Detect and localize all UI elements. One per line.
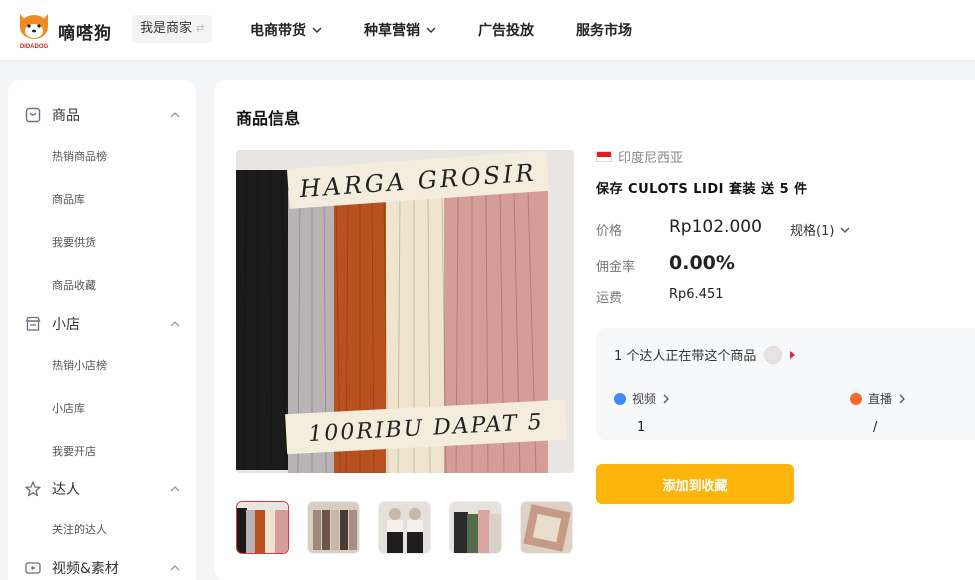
live-label: 直播 — [868, 392, 893, 406]
thumbnail-2[interactable] — [307, 501, 360, 554]
live-count: / — [873, 420, 878, 435]
video-count: 1 — [637, 420, 646, 435]
nav-service-market-label: 服务市场 — [576, 23, 632, 39]
bag-icon — [25, 107, 41, 123]
avatar — [764, 345, 783, 364]
country-name: 印度尼西亚 — [618, 151, 684, 166]
top-bar: DIDADOG 嘀嗒狗 我是商家 ⇄ 电商带货 种草营销 广告投放 服务市场 — [0, 0, 975, 60]
shipping-label: 运费 — [596, 291, 623, 306]
thumbnail-4[interactable] — [449, 501, 502, 554]
country-tag: 印度尼西亚 — [596, 147, 683, 166]
section-title: 商品信息 — [236, 109, 301, 128]
nav-seeding-label: 种草营销 — [364, 23, 420, 39]
chevron-down-icon — [840, 227, 850, 233]
product-image-art: HARGA GROSIR 100RIBU DAPAT 5 — [236, 150, 574, 473]
nav-ads-label: 广告投放 — [478, 23, 534, 39]
commission-value: 0.00% — [669, 252, 735, 274]
merchant-switch[interactable]: 我是商家 ⇄ — [132, 15, 213, 43]
video-label: 视频 — [632, 392, 657, 406]
indonesia-flag-icon — [596, 151, 612, 162]
video-dot-icon — [614, 392, 626, 405]
nav-ecommerce-label: 电商带货 — [250, 23, 306, 39]
thumbnail-5[interactable] — [520, 501, 573, 554]
sidebar-item-hot-products[interactable]: 热销商品榜 — [52, 148, 107, 164]
store-icon — [25, 316, 41, 331]
sidebar-item-followed-influencers[interactable]: 关注的达人 — [52, 521, 107, 537]
shipping-value: Rp6.451 — [669, 287, 724, 302]
chevron-down-icon — [426, 27, 436, 33]
main-nav: 电商带货 种草营销 广告投放 服务市场 — [250, 20, 674, 40]
brand-name[interactable]: 嘀嗒狗 — [58, 19, 112, 44]
sidebar-group-products[interactable]: 商品 — [8, 103, 196, 127]
sidebar-item-open-store[interactable]: 我要开店 — [52, 443, 96, 459]
influencer-summary: 1 个达人正在带这个商品 视频 1 直播 / — [596, 328, 975, 440]
product-title: 保存 CULOTS LIDI 套装 送 5 件 — [596, 182, 808, 197]
price-label: 价格 — [596, 224, 623, 239]
price-value: Rp102.000 — [669, 217, 762, 237]
add-to-favorites-button[interactable]: 添加到收藏 — [596, 464, 794, 504]
sidebar: 商品 热销商品榜 商品库 我要供货 商品收藏 小店 热销小店榜 小店库 我要开店… — [8, 80, 196, 580]
chevron-up-icon — [170, 112, 180, 118]
spec-label: 规格(1) — [790, 224, 835, 239]
shiba-logo-icon[interactable]: DIDADOG — [16, 10, 52, 50]
chevron-down-icon — [312, 27, 322, 33]
thumbnail-strip — [236, 501, 573, 554]
chevron-up-icon — [170, 565, 180, 571]
sidebar-item-supply[interactable]: 我要供货 — [52, 234, 96, 250]
sidebar-group-label: 视频&素材 — [52, 561, 119, 577]
sidebar-item-product-library[interactable]: 商品库 — [52, 191, 85, 207]
swap-icon: ⇄ — [196, 23, 205, 34]
sidebar-group-label: 达人 — [52, 482, 80, 498]
nav-ads[interactable]: 广告投放 — [478, 20, 534, 40]
sidebar-item-store-library[interactable]: 小店库 — [52, 400, 85, 416]
nav-ecommerce[interactable]: 电商带货 — [250, 20, 322, 40]
sidebar-item-hot-stores[interactable]: 热销小店榜 — [52, 357, 107, 373]
nav-service-market[interactable]: 服务市场 — [576, 20, 632, 40]
chevron-up-icon — [170, 321, 180, 327]
merchant-switch-label: 我是商家 — [140, 21, 193, 36]
star-icon — [25, 481, 41, 497]
chevron-right-icon — [663, 394, 669, 403]
video-icon — [25, 562, 41, 574]
sidebar-group-stores[interactable]: 小店 — [8, 312, 196, 336]
thumbnail-3[interactable] — [378, 501, 431, 554]
sidebar-group-label: 商品 — [52, 108, 80, 124]
influencer-headline[interactable]: 1 个达人正在带这个商品 — [614, 345, 796, 364]
influencer-headline-text: 1 个达人正在带这个商品 — [614, 349, 757, 364]
sidebar-group-label: 小店 — [52, 317, 80, 333]
sidebar-group-video-assets[interactable]: 视频&素材 — [8, 556, 196, 580]
logo-text: DIDADOG — [20, 44, 49, 50]
product-info-card: 商品信息 HARGA GROSIR 100RIBU DAPAT 5 印度尼西亚 … — [214, 80, 975, 580]
thumbnail-1[interactable] — [236, 501, 289, 554]
chevron-up-icon — [170, 486, 180, 492]
live-stat[interactable]: 直播 — [850, 390, 906, 407]
live-dot-icon — [850, 392, 862, 405]
nav-seeding[interactable]: 种草营销 — [364, 20, 436, 40]
spec-dropdown[interactable]: 规格(1) — [790, 220, 850, 239]
product-main-image[interactable]: HARGA GROSIR 100RIBU DAPAT 5 — [236, 150, 574, 473]
sidebar-item-product-favorites[interactable]: 商品收藏 — [52, 277, 96, 293]
chevron-right-icon — [899, 394, 905, 403]
commission-label: 佣金率 — [596, 260, 636, 275]
video-stat[interactable]: 视频 — [614, 390, 670, 407]
sidebar-group-influencers[interactable]: 达人 — [8, 477, 196, 501]
caret-right-icon — [790, 350, 796, 359]
